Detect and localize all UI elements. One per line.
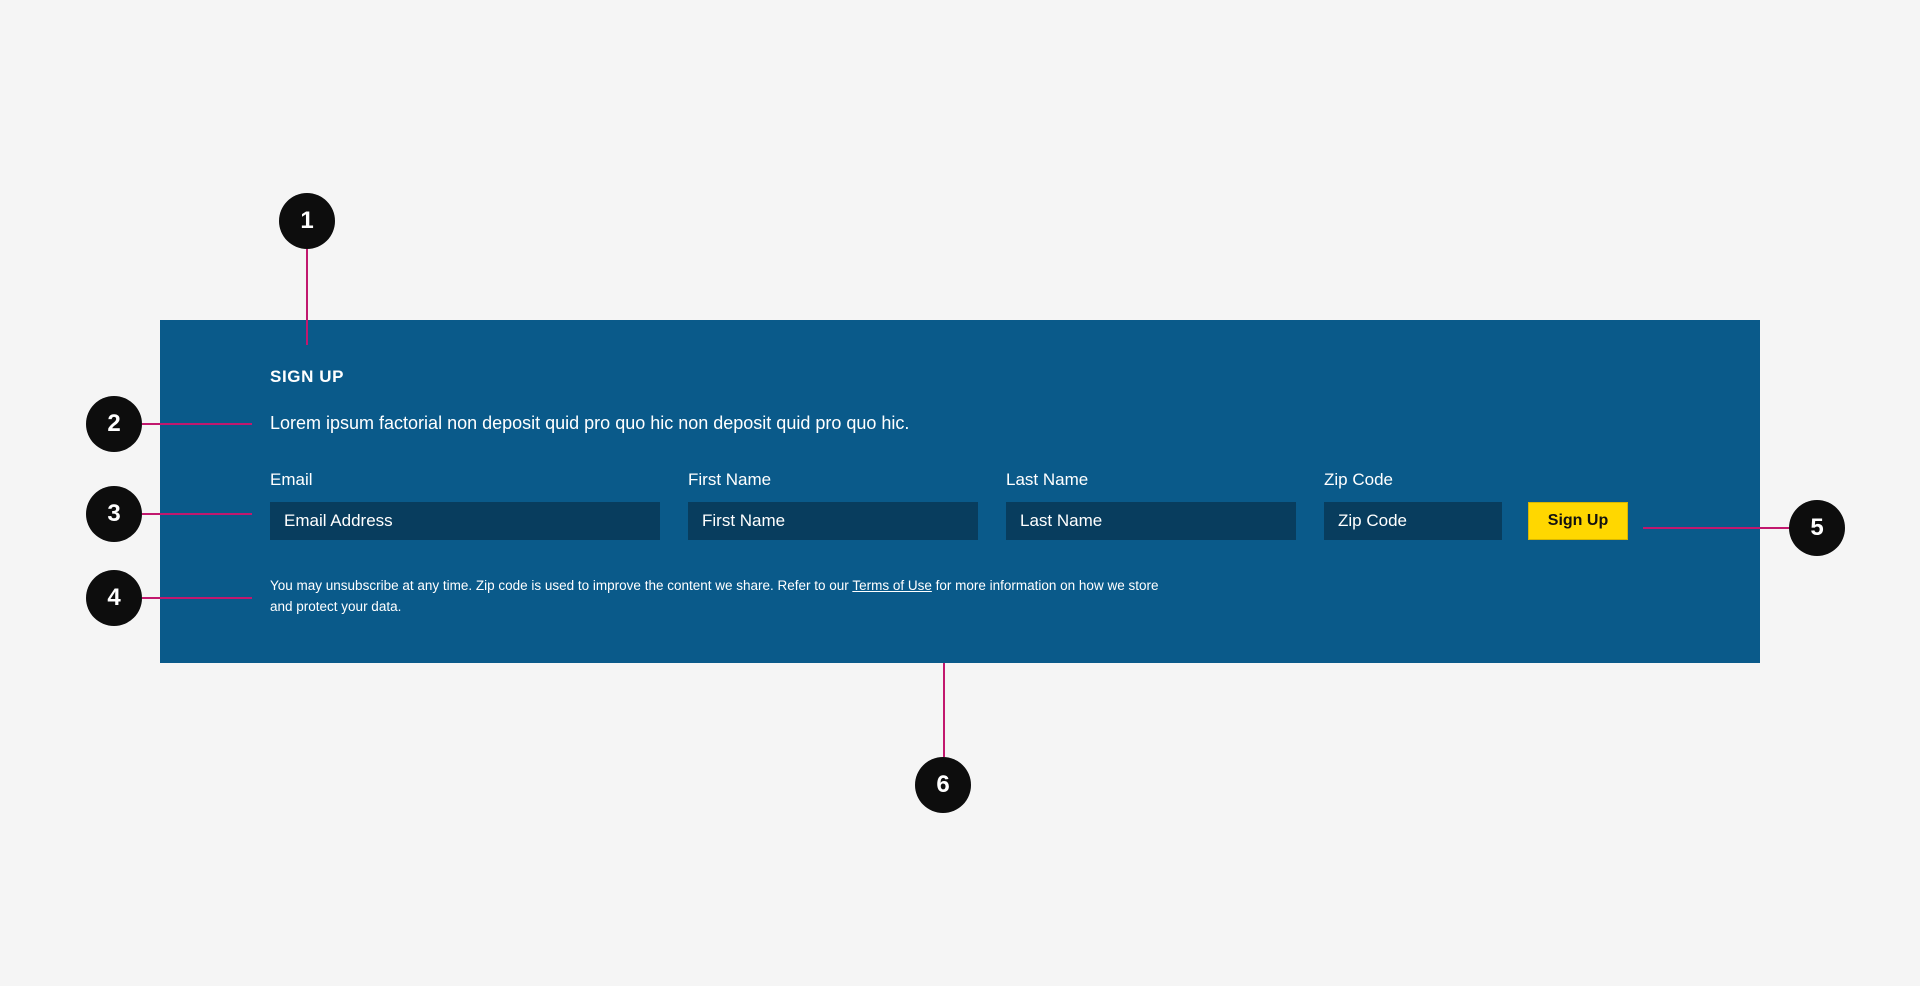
field-first-name: First Name xyxy=(688,470,978,540)
callout-leader-2 xyxy=(142,423,252,425)
field-zip-code: Zip Code xyxy=(1324,470,1502,540)
callout-marker-4: 4 xyxy=(86,570,142,626)
field-last-name: Last Name xyxy=(1006,470,1296,540)
field-label-email: Email xyxy=(270,470,313,489)
field-label-last-name: Last Name xyxy=(1006,470,1089,489)
annotated-signup-screenshot: SIGN UP Lorem ipsum factorial non deposi… xyxy=(0,0,1920,986)
callout-leader-4 xyxy=(142,597,252,599)
field-email: Email xyxy=(270,470,660,540)
field-label-zip-code: Zip Code xyxy=(1324,470,1393,489)
callout-marker-5: 5 xyxy=(1789,500,1845,556)
page-title: SIGN UP xyxy=(270,367,345,386)
signup-form: Email First Name Last Name Zip Code xyxy=(270,470,1760,542)
disclaimer-text: You may unsubscribe at any time. Zip cod… xyxy=(270,575,1170,617)
callout-marker-3: 3 xyxy=(86,486,142,542)
sign-up-button[interactable]: Sign Up xyxy=(1528,502,1628,540)
callout-marker-1: 1 xyxy=(279,193,335,249)
callout-leader-3 xyxy=(142,513,252,515)
email-input[interactable] xyxy=(270,502,660,540)
callout-marker-6: 6 xyxy=(915,757,971,813)
callout-marker-2: 2 xyxy=(86,396,142,452)
callout-leader-5 xyxy=(1643,527,1789,529)
disclaimer-text-before-link: You may unsubscribe at any time. Zip cod… xyxy=(270,578,853,593)
terms-of-use-link[interactable]: Terms of Use xyxy=(852,578,932,593)
last-name-input[interactable] xyxy=(1006,502,1296,540)
field-label-first-name: First Name xyxy=(688,470,772,489)
first-name-input[interactable] xyxy=(688,502,978,540)
signup-description: Lorem ipsum factorial non deposit quid p… xyxy=(270,413,910,433)
zip-code-input[interactable] xyxy=(1324,502,1502,540)
signup-panel-content: SIGN UP Lorem ipsum factorial non deposi… xyxy=(270,320,1760,663)
signup-panel: SIGN UP Lorem ipsum factorial non deposi… xyxy=(160,320,1760,663)
callout-leader-1 xyxy=(306,249,308,345)
callout-leader-6 xyxy=(943,663,945,757)
